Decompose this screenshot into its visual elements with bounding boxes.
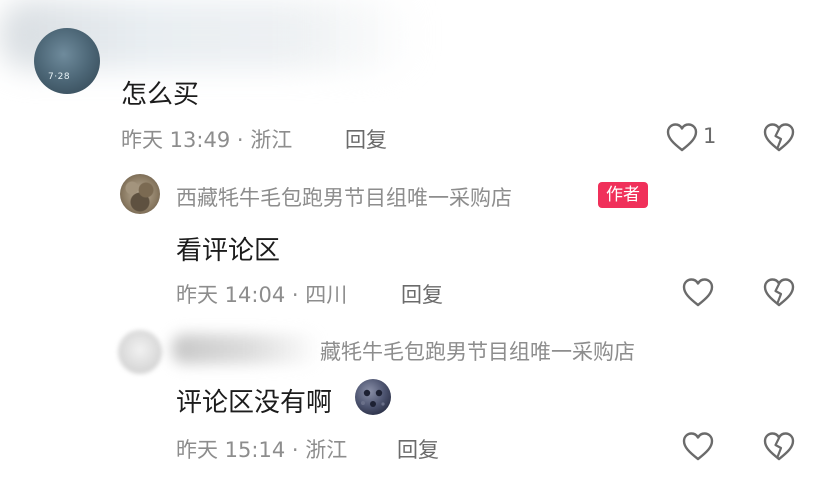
- author-badge: 作者: [598, 182, 648, 208]
- broken-heart-icon[interactable]: [762, 276, 796, 308]
- comment-time-location: 昨天 15:14 · 浙江: [176, 438, 348, 462]
- heart-outline-icon[interactable]: [665, 121, 699, 153]
- reply-button[interactable]: 回复: [345, 124, 387, 154]
- comment-text: 怎么买: [121, 80, 200, 110]
- broken-heart-icon[interactable]: [762, 121, 796, 153]
- avatar[interactable]: [118, 330, 162, 374]
- broken-heart-icon[interactable]: [762, 430, 796, 462]
- like-count: 1: [703, 124, 717, 148]
- username[interactable]: 西藏牦牛毛包跑男节目组唯一采购店: [176, 182, 512, 212]
- reply-button[interactable]: 回复: [397, 434, 439, 464]
- heart-outline-icon[interactable]: [681, 276, 715, 308]
- comment-time-location: 昨天 14:04 · 四川: [176, 283, 348, 307]
- heart-outline-icon[interactable]: [681, 430, 715, 462]
- comment-text: 评论区没有啊: [176, 388, 333, 418]
- comment-time-location: 昨天 13:49 · 浙江: [121, 128, 293, 152]
- reply-button[interactable]: 回复: [401, 279, 443, 309]
- comment-text: 看评论区: [176, 236, 281, 266]
- moon-face-emoji: [354, 378, 392, 416]
- avatar-text: 7·28: [48, 72, 71, 82]
- avatar[interactable]: [120, 174, 160, 214]
- avatar[interactable]: 7·28: [34, 28, 100, 94]
- username[interactable]: 藏牦牛毛包跑男节目组唯一采购店: [320, 336, 635, 366]
- blurred-username-prefix: [172, 334, 320, 364]
